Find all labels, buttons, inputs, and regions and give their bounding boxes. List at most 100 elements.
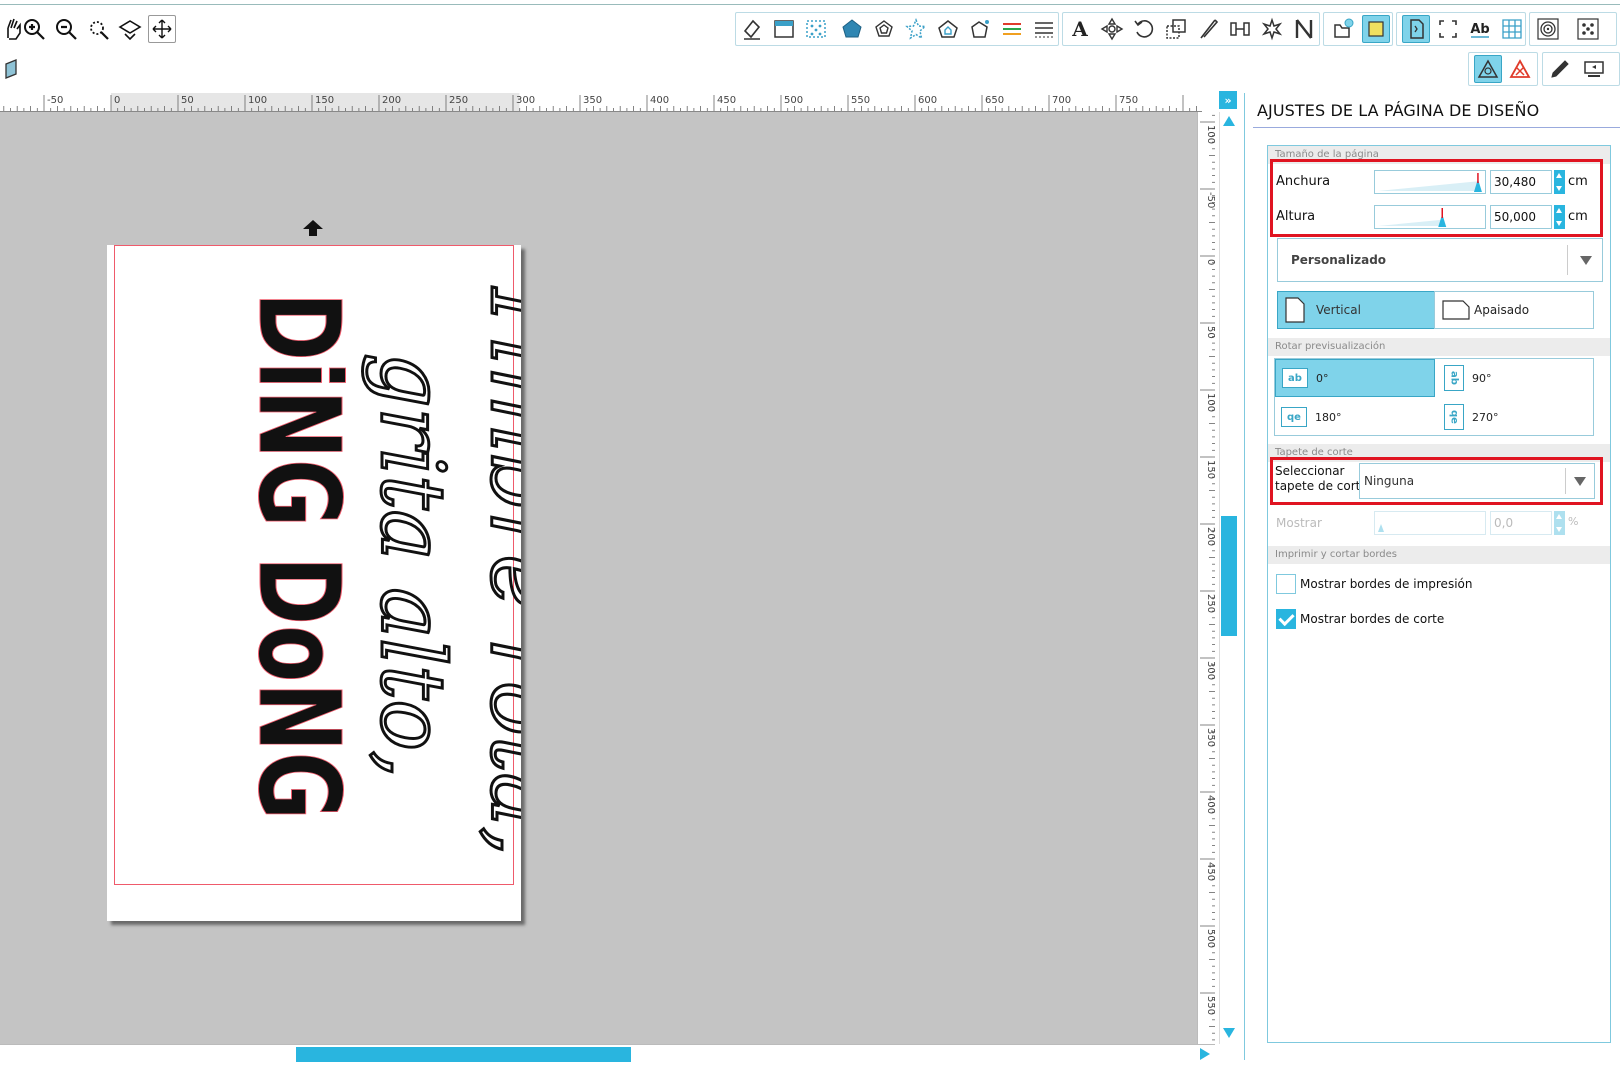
grid-icon[interactable]	[1498, 15, 1526, 43]
align-icon[interactable]	[1226, 15, 1254, 43]
ruler-label: -50	[47, 95, 63, 106]
shape-outline-icon[interactable]	[870, 15, 898, 43]
fit-all-icon[interactable]	[148, 15, 176, 43]
eraser-icon[interactable]	[738, 15, 766, 43]
rotate-90-button[interactable]: ab 90°	[1438, 359, 1593, 397]
horizontal-scroll-thumb[interactable]	[296, 1047, 631, 1062]
dropdown-separator	[1565, 468, 1566, 494]
page-setup-icon[interactable]	[1402, 15, 1430, 43]
print-borders-checkbox[interactable]	[1276, 574, 1296, 594]
design-text[interactable]: Timbre rota, grita alto, DiNG DoNG	[107, 245, 522, 921]
transform-icon[interactable]	[1098, 15, 1126, 43]
height-slider[interactable]	[1374, 205, 1486, 229]
layers-icon[interactable]	[0, 54, 28, 82]
design-mode-icon[interactable]	[1474, 55, 1502, 83]
ruler-label: 400	[1205, 795, 1215, 814]
line-color-icon[interactable]	[998, 15, 1026, 43]
scroll-down-icon[interactable]	[1222, 1026, 1236, 1040]
script-line-1[interactable]: Timbre rota,	[470, 275, 522, 858]
vertical-scrollbar[interactable]	[1219, 112, 1237, 1044]
rotate-90-icon: ab	[1444, 365, 1464, 391]
page-size-value: Personalizado	[1291, 253, 1387, 267]
mat-opacity-handle-icon[interactable]	[1375, 512, 1485, 534]
height-stepper[interactable]	[1554, 205, 1565, 229]
panel-collapse-button[interactable]: »	[1219, 91, 1237, 109]
mat-opacity-stepper[interactable]	[1554, 511, 1565, 535]
pattern-panel-icon[interactable]	[802, 15, 830, 43]
mat-opacity-slider[interactable]	[1374, 511, 1486, 535]
send-icon[interactable]	[1580, 55, 1608, 83]
select-mat-label: Seleccionar tapete de corte	[1275, 464, 1368, 494]
sketch-icon[interactable]	[1546, 55, 1574, 83]
rotate-90-label: 90°	[1472, 371, 1492, 385]
knife-icon[interactable]	[1194, 15, 1222, 43]
width-input[interactable]: 30,480	[1490, 170, 1552, 194]
script-line-2[interactable]: grita alto,	[360, 352, 466, 780]
shape-pentagon-icon[interactable]	[838, 15, 866, 43]
width-stepper[interactable]	[1554, 170, 1565, 194]
star-icon[interactable]	[902, 15, 930, 43]
rotate-180-button[interactable]: qe 180°	[1275, 398, 1435, 436]
ruler-label: 300	[1205, 661, 1215, 680]
main-toolbar: A Ab	[0, 4, 1620, 54]
height-slider-handle-icon[interactable]	[1375, 206, 1485, 228]
line-style-icon[interactable]	[1030, 15, 1058, 43]
cut-borders-checkbox[interactable]	[1276, 609, 1296, 629]
spiral-icon[interactable]	[1534, 15, 1562, 43]
cut-mode-icon[interactable]	[1506, 55, 1534, 83]
library-icon[interactable]	[1330, 15, 1358, 43]
text-style-icon[interactable]: Ab	[1466, 15, 1494, 43]
offset-icon[interactable]	[1258, 15, 1286, 43]
ruler-label: 500	[784, 95, 803, 106]
rotate-270-icon: qe	[1444, 404, 1464, 430]
store-icon[interactable]	[1362, 15, 1390, 43]
house-icon[interactable]	[934, 15, 962, 43]
orientation-vertical-button[interactable]: Vertical	[1277, 291, 1435, 329]
trace-icon[interactable]	[1290, 15, 1318, 43]
mat-opacity-unit: %	[1568, 515, 1579, 528]
secondary-toolbar	[0, 52, 1620, 92]
ruler-label: 500	[1205, 929, 1215, 948]
horizontal-scrollbar[interactable]	[0, 1044, 1215, 1062]
design-page[interactable]: Timbre rota, grita alto, DiNG DoNG	[107, 245, 521, 921]
page-size-dropdown[interactable]: Personalizado	[1277, 238, 1603, 282]
scale-icon[interactable]	[1162, 15, 1190, 43]
orientation-landscape-button[interactable]: Apaisado	[1434, 291, 1594, 329]
dots-icon[interactable]	[1574, 15, 1602, 43]
scroll-up-icon[interactable]	[1222, 114, 1236, 128]
vertical-ruler: 100 -50 0 50 100 150 200 250 300 350 400 450 500 550	[1197, 112, 1215, 1044]
zoom-in-icon[interactable]	[20, 15, 48, 43]
height-input[interactable]: 50,000	[1490, 205, 1552, 229]
rotate-270-button[interactable]: qe 270°	[1438, 398, 1593, 436]
ruler-label: 450	[1205, 862, 1215, 881]
fill-panel-icon[interactable]	[770, 15, 798, 43]
page-up-arrow-icon	[303, 220, 323, 236]
bold-line[interactable]: DiNG DoNG	[233, 292, 364, 821]
zoom-selection-icon[interactable]	[84, 15, 112, 43]
text-icon[interactable]: A	[1066, 15, 1094, 43]
ruler-label: -50	[1205, 192, 1215, 208]
scroll-right-icon[interactable]	[1198, 1047, 1212, 1061]
width-slider-handle-icon[interactable]	[1375, 171, 1485, 193]
vertical-scroll-thumb[interactable]	[1221, 516, 1237, 636]
ruler-label: 50	[1205, 326, 1215, 339]
design-canvas[interactable]: Timbre rota, grita alto, DiNG DoNG	[0, 112, 1197, 1044]
panel-title: AJUSTES DE LA PÁGINA DE DISEÑO	[1257, 101, 1540, 120]
ruler-label: 250	[1205, 594, 1215, 613]
portrait-page-icon	[1285, 297, 1305, 323]
polygon-icon[interactable]	[966, 15, 994, 43]
ruler-label: 0	[114, 95, 120, 106]
page-settings-panel: AJUSTES DE LA PÁGINA DE DISEÑO Tamaño de…	[1244, 93, 1620, 1060]
rotate-icon[interactable]	[1130, 15, 1158, 43]
zoom-out-icon[interactable]	[52, 15, 80, 43]
orientation-landscape-label: Apaisado	[1474, 303, 1530, 317]
chevron-down-icon	[1580, 256, 1592, 265]
cutting-mat-value: Ninguna	[1364, 474, 1415, 488]
mat-opacity-input[interactable]: 0,0	[1490, 511, 1552, 535]
width-slider[interactable]	[1374, 170, 1486, 194]
ruler-label: 150	[1205, 460, 1215, 479]
fit-page-icon[interactable]	[116, 15, 144, 43]
rotate-0-button[interactable]: ab 0°	[1275, 359, 1435, 397]
cutting-mat-dropdown[interactable]: Ninguna	[1359, 463, 1595, 499]
registration-icon[interactable]	[1434, 15, 1462, 43]
